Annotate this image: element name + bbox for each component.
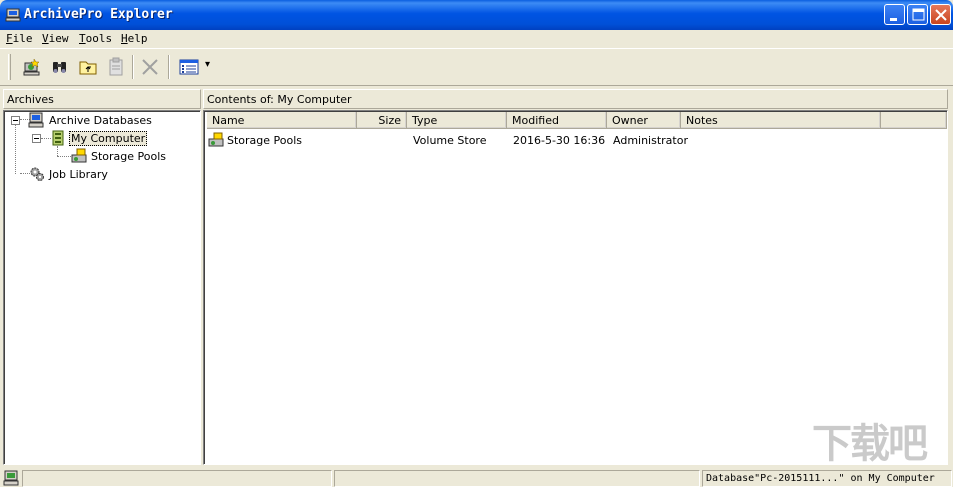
toolbar-separator [132,55,134,79]
view-dropdown-arrow-icon[interactable]: ▾ [205,59,210,70]
toolbar: ▾ [0,48,953,86]
table-row[interactable]: Storage Pools Volume Store 2016-5-30 16:… [207,131,947,149]
storage-pool-icon [208,132,224,148]
computer-icon [28,112,44,128]
close-button[interactable] [930,4,951,25]
cell-modified: 2016-5-30 16:36 [513,134,606,147]
tree-item-archive-databases[interactable]: Archive Databases [4,112,200,128]
tree-item-label: Archive Databases [49,114,152,127]
window-title: ArchivePro Explorer [24,7,173,22]
cell-name: Storage Pools [227,134,303,147]
cell-owner: Administrator [613,134,688,147]
contents-pane-header: Contents of: My Computer [203,89,948,109]
menu-help[interactable]: Help [121,32,148,45]
column-header-modified[interactable]: Modified [507,112,607,129]
status-computer-icon [3,470,20,486]
column-header-type[interactable]: Type [407,112,507,129]
maximize-button[interactable] [907,4,928,25]
site-watermark: 下载吧 [812,421,928,467]
tree-item-storage-pools[interactable]: Storage Pools [4,148,200,164]
menu-tools[interactable]: Tools [79,32,112,45]
storage-pool-icon [71,148,87,164]
view-options-button[interactable]: ▾ [176,55,214,79]
gears-icon [29,166,45,182]
find-button[interactable] [48,55,72,79]
column-header-notes[interactable]: Notes [681,112,881,129]
status-panel-2 [334,470,700,487]
archives-tree: Archive Databases My Computer Storage Po… [3,110,201,465]
toolbar-separator [168,55,170,79]
column-header-filler [881,112,947,129]
database-icon [50,130,66,146]
tree-item-label: Storage Pools [91,150,167,163]
tree-item-my-computer[interactable]: My Computer [4,130,200,146]
status-panel-database: Database"Pc-2015111..." on My Computer [702,470,952,487]
archives-pane-header: Archives [3,89,201,109]
menu-view[interactable]: View [42,32,69,45]
collapse-toggle[interactable] [11,116,20,125]
tree-item-label: My Computer [69,131,148,146]
cell-type: Volume Store [413,134,487,147]
up-folder-button[interactable] [76,55,100,79]
menu-file[interactable]: File [6,32,33,45]
new-archive-button[interactable] [20,55,44,79]
tree-item-job-library[interactable]: Job Library [4,166,200,182]
menu-bar: File View Tools Help [0,30,953,48]
minimize-button[interactable] [884,4,905,25]
app-icon [5,7,21,23]
status-panel-1 [22,470,332,487]
toolbar-grip[interactable] [8,54,11,80]
collapse-toggle[interactable] [32,134,41,143]
column-header-name[interactable]: Name [207,112,357,129]
status-bar: Database"Pc-2015111..." on My Computer [0,468,953,487]
column-header-owner[interactable]: Owner [607,112,681,129]
column-header-size[interactable]: Size [357,112,407,129]
tree-item-label: Job Library [49,168,108,181]
delete-button[interactable] [138,55,162,79]
contents-list: Name Size Type Modified Owner Notes Stor… [203,110,948,465]
properties-button[interactable] [104,55,128,79]
title-bar[interactable]: ArchivePro Explorer [0,0,953,30]
